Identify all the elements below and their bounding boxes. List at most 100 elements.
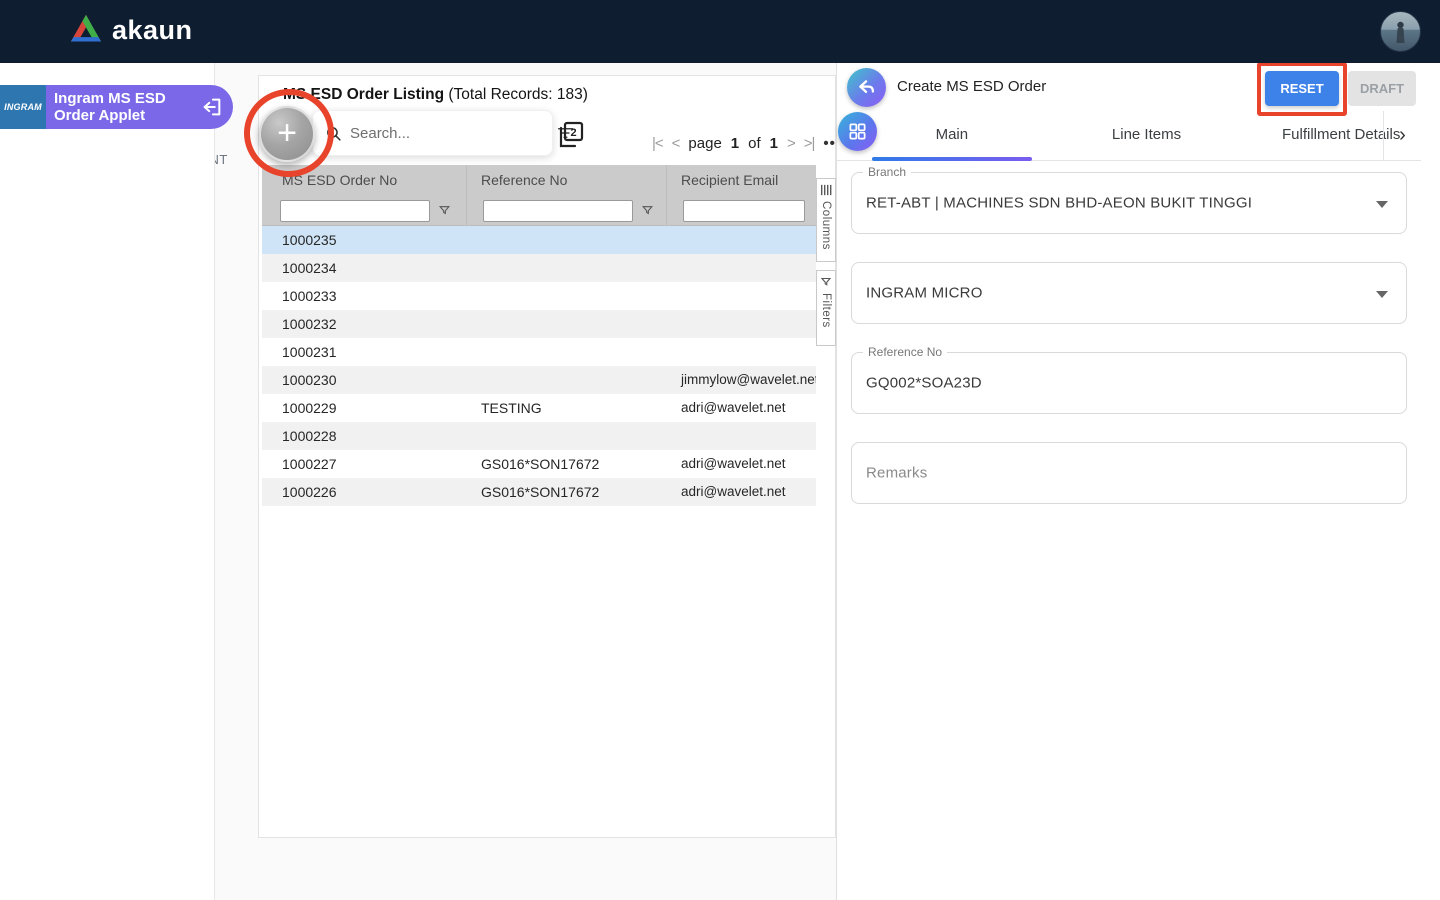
reference-no-label: Reference No xyxy=(863,345,947,359)
prev-page-button[interactable]: < xyxy=(672,135,680,152)
table-row[interactable]: 1000234 xyxy=(262,254,816,282)
table-row[interactable]: 1000235 xyxy=(262,226,816,254)
cell-ref xyxy=(467,422,667,450)
cell-email: adri@wavelet.net xyxy=(667,450,816,478)
table-row[interactable]: 1000229TESTINGadri@wavelet.net xyxy=(262,394,816,422)
cell-ref: TESTING xyxy=(467,394,667,422)
side-tab-columns[interactable]: Columns xyxy=(816,178,836,262)
tab-main[interactable]: Main xyxy=(872,111,1032,160)
cell-email: jimmylow@wavelet.net xyxy=(667,366,816,394)
first-page-button[interactable]: |< xyxy=(652,135,663,152)
left-sidebar xyxy=(0,63,215,900)
listing-title: MS ESD Order Listing (Total Records: 183… xyxy=(283,86,588,104)
cell-no: 1000229 xyxy=(262,394,467,422)
remarks-field[interactable]: Remarks xyxy=(851,442,1407,504)
reset-button[interactable]: RESET xyxy=(1265,71,1339,106)
search-box xyxy=(312,110,553,156)
active-tab-indicator xyxy=(872,157,1032,161)
cell-ref xyxy=(467,338,667,366)
back-button[interactable] xyxy=(847,68,886,107)
column-header-order-no[interactable]: MS ESD Order No xyxy=(262,165,467,196)
cell-email xyxy=(667,254,816,282)
cell-email xyxy=(667,310,816,338)
tab-line-items[interactable]: Line Items xyxy=(1067,111,1227,160)
brand-name: akaun xyxy=(112,15,193,46)
funnel-icon[interactable] xyxy=(641,204,654,217)
branch-value: RET-ABT | MACHINES SDN BHD-AEON BUKIT TI… xyxy=(866,195,1252,212)
search-input[interactable] xyxy=(350,125,549,142)
funnel-icon[interactable] xyxy=(438,204,451,217)
supplier-select[interactable]: INGRAM MICRO xyxy=(851,262,1407,324)
pagination: |< < page 1 of 1 > >| ••• xyxy=(652,135,842,152)
pages-icon[interactable]: 2 xyxy=(558,120,585,151)
add-record-button[interactable]: + xyxy=(259,106,315,162)
column-header-recipient-email[interactable]: Recipient Email xyxy=(667,165,816,196)
cell-ref: GS016*SON17672 xyxy=(467,450,667,478)
grid-icon xyxy=(848,122,867,141)
app-root: akaun INGRAM Ingram MS ESD Order Applet … xyxy=(0,0,1440,900)
data-grid: MS ESD Order No Reference No Recipient E… xyxy=(262,165,816,506)
cell-no: 1000232 xyxy=(262,310,467,338)
akaun-triangle-icon xyxy=(68,14,104,46)
last-page-button[interactable]: >| xyxy=(804,135,815,152)
table-row[interactable]: 1000228 xyxy=(262,422,816,450)
cell-ref xyxy=(467,310,667,338)
cell-email xyxy=(667,226,816,254)
tabs-scroll-right-button[interactable]: › xyxy=(1383,111,1421,161)
cell-email xyxy=(667,282,816,310)
layout-grid-button[interactable] xyxy=(838,112,877,151)
next-page-button[interactable]: > xyxy=(787,135,795,152)
grid-body: 1000235100023410002331000232100023110002… xyxy=(262,226,816,506)
cell-no: 1000234 xyxy=(262,254,467,282)
brand-logo: akaun xyxy=(68,14,193,46)
page-total: 1 xyxy=(770,135,778,152)
column-header-reference-no[interactable]: Reference No xyxy=(467,165,667,196)
applet-title: Ingram MS ESD Order Applet xyxy=(54,90,201,124)
back-arrow-icon xyxy=(856,77,877,98)
ingram-logo: INGRAM xyxy=(0,85,46,129)
grid-header-row: MS ESD Order No Reference No Recipient E… xyxy=(262,165,816,196)
chevron-down-icon xyxy=(1376,201,1388,208)
page-word: page xyxy=(688,135,721,152)
user-avatar[interactable] xyxy=(1380,11,1421,52)
remarks-placeholder: Remarks xyxy=(866,465,927,482)
cell-ref xyxy=(467,366,667,394)
funnel-icon xyxy=(820,276,832,288)
table-row[interactable]: 1000230 jimmylow@wavelet.net xyxy=(262,366,816,394)
table-row[interactable]: 1000226GS016*SON17672adri@wavelet.net xyxy=(262,478,816,506)
cell-no: 1000231 xyxy=(262,338,467,366)
grid-filter-row xyxy=(262,196,816,226)
detail-title: Create MS ESD Order xyxy=(897,78,1046,95)
cell-email: adri@wavelet.net xyxy=(667,394,816,422)
table-row[interactable]: 1000231 xyxy=(262,338,816,366)
supplier-value: INGRAM MICRO xyxy=(866,285,983,302)
cell-ref xyxy=(467,282,667,310)
cell-no: 1000228 xyxy=(262,422,467,450)
side-tab-filters[interactable]: Filters xyxy=(816,270,836,346)
top-navbar: akaun xyxy=(0,0,1440,63)
table-row[interactable]: 1000233 xyxy=(262,282,816,310)
table-row[interactable]: 1000227GS016*SON17672adri@wavelet.net xyxy=(262,450,816,478)
branch-label: Branch xyxy=(863,165,911,179)
columns-bars-icon xyxy=(820,184,832,196)
draft-button[interactable]: DRAFT xyxy=(1348,71,1416,106)
branch-select[interactable]: Branch RET-ABT | MACHINES SDN BHD-AEON B… xyxy=(851,172,1407,234)
exit-applet-icon[interactable] xyxy=(201,96,223,118)
chevron-down-icon xyxy=(1376,291,1388,298)
of-word: of xyxy=(748,135,761,152)
cell-no: 1000226 xyxy=(262,478,467,506)
reference-no-field[interactable]: Reference No GQ002*SOA23D xyxy=(851,352,1407,414)
cell-email xyxy=(667,422,816,450)
cell-email: adri@wavelet.net xyxy=(667,478,816,506)
filter-input-recipient-email[interactable] xyxy=(683,200,805,222)
cell-no: 1000235 xyxy=(262,226,467,254)
table-row[interactable]: 1000232 xyxy=(262,310,816,338)
detail-tabs: Main Line Items Fulfillment Details xyxy=(837,111,1421,161)
cell-email xyxy=(667,338,816,366)
cell-no: 1000230 xyxy=(262,366,467,394)
applet-banner[interactable]: INGRAM Ingram MS ESD Order Applet xyxy=(0,85,233,129)
filter-input-reference-no[interactable] xyxy=(483,200,633,222)
cell-no: 1000233 xyxy=(262,282,467,310)
svg-text:2: 2 xyxy=(570,127,576,139)
filter-input-order-no[interactable] xyxy=(280,200,430,222)
